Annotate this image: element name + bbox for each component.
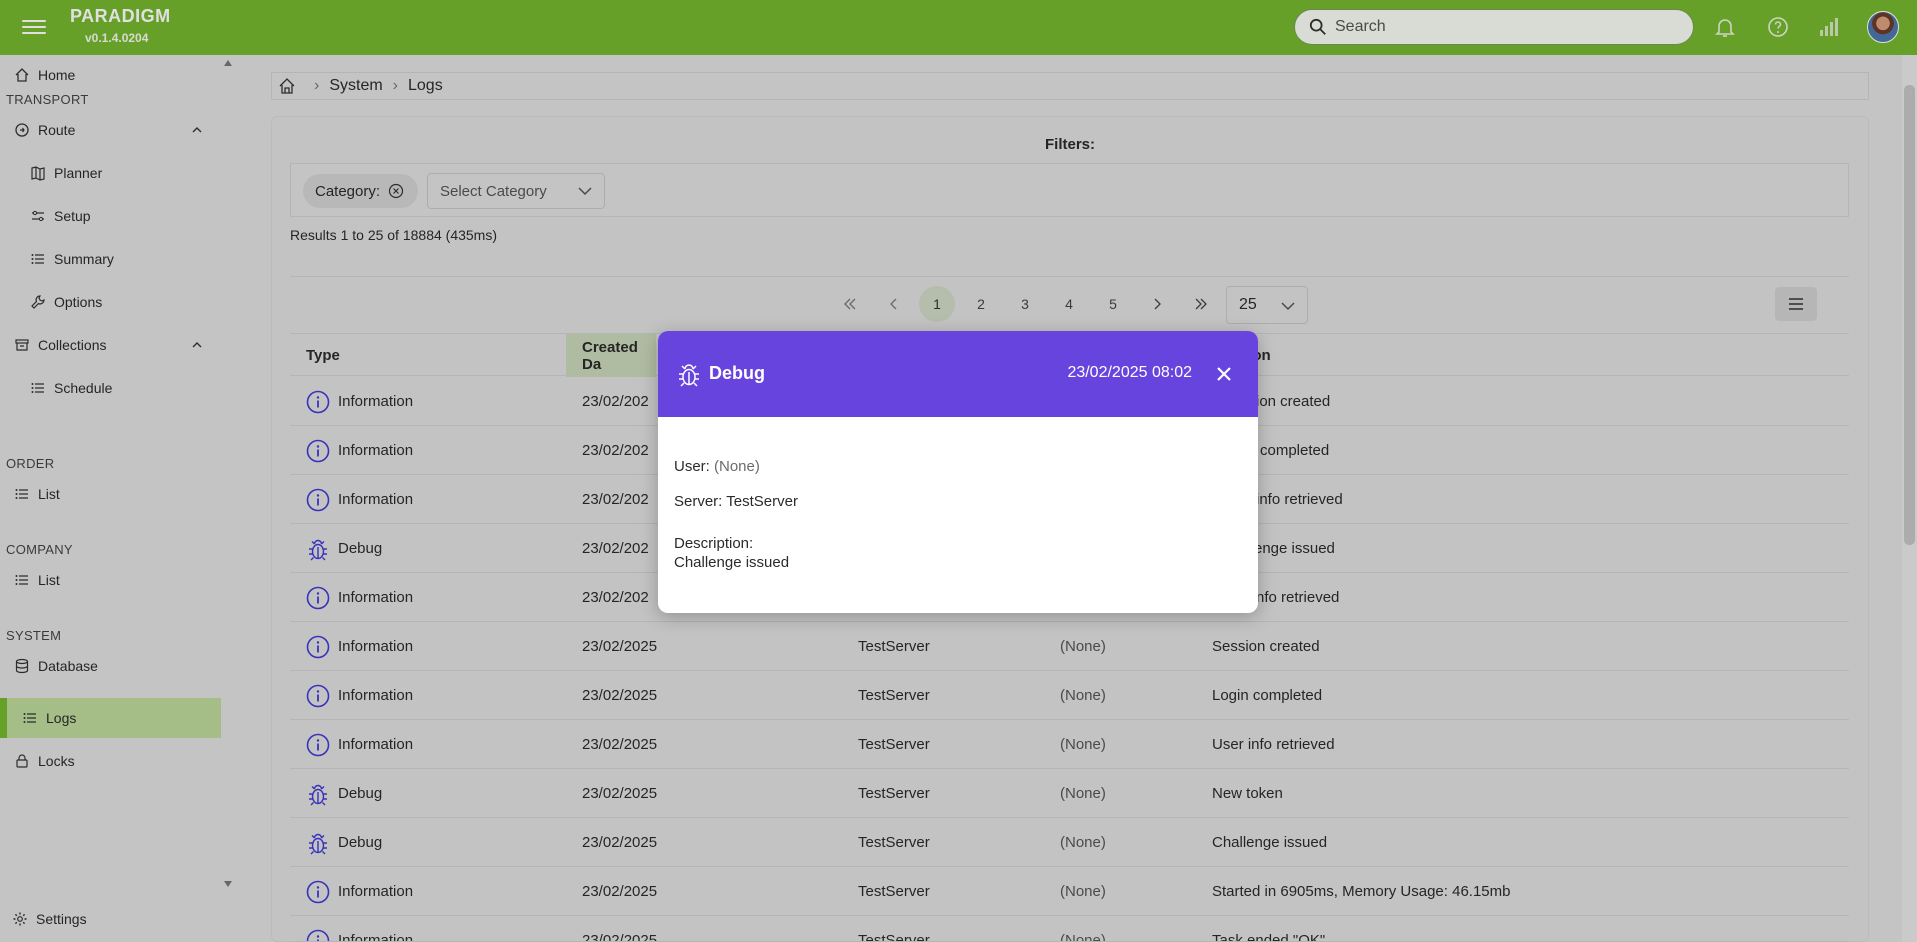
modal-user-value: (None) [714,458,760,475]
modal-date: 23/02/2025 08:02 [1067,364,1192,381]
modal-title: Debug [709,363,765,383]
close-icon[interactable] [1216,366,1232,382]
modal-description-label: Description: [674,535,754,552]
modal-header: Debug 23/02/2025 08:02 [658,331,1258,417]
bug-icon [679,364,699,387]
modal-user-line: User: (None) [674,458,760,475]
modal-server-line: Server: TestServer [674,493,798,510]
modal-description-value: Challenge issued [674,554,790,571]
modal-user-label: User: [674,458,710,475]
log-detail-modal: Debug 23/02/2025 08:02 User: (None) Serv… [658,331,1258,613]
